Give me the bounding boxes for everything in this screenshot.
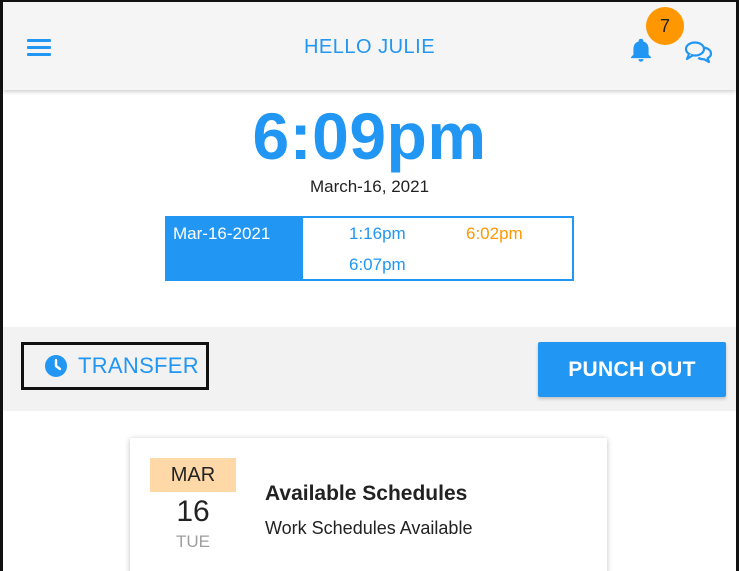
available-schedules-card[interactable]: MAR 16 TUE Available Schedules Work Sche… [130,438,607,571]
punch-date: Mar-16-2021 [167,218,303,279]
punch-history: Mar-16-2021 1:16pm 6:02pm 6:07pm [165,216,574,281]
clock-icon [45,355,67,377]
top-bar: HELLO JULIE 7 [3,2,736,90]
punch-in-time: 1:16pm [349,224,406,243]
transfer-button[interactable]: TRANSFER [21,342,209,390]
card-title: Available Schedules [265,482,468,505]
notification-badge[interactable]: 7 [646,7,684,45]
transfer-label: TRANSFER [78,353,199,378]
app-frame: HELLO JULIE 7 6:09pm March-16, 2021 Mar-… [0,0,739,571]
punch-out-button[interactable]: PUNCH OUT [538,342,726,397]
card-subtitle: Work Schedules Available [265,518,473,538]
punch-out-time: 6:02pm [466,224,523,243]
calendar-badge: MAR 16 TUE [150,458,236,552]
current-date: March-16, 2021 [309,177,430,196]
calendar-day: 16 [176,495,210,528]
calendar-month: MAR [150,458,236,492]
calendar-weekday: TUE [176,532,210,551]
action-bar: TRANSFER PUNCH OUT [3,327,736,411]
chat-bubbles-icon[interactable] [683,38,713,64]
bell-icon[interactable] [627,36,655,64]
punch-in-time: 6:07pm [349,255,406,274]
current-time: 6:09pm [252,99,487,173]
